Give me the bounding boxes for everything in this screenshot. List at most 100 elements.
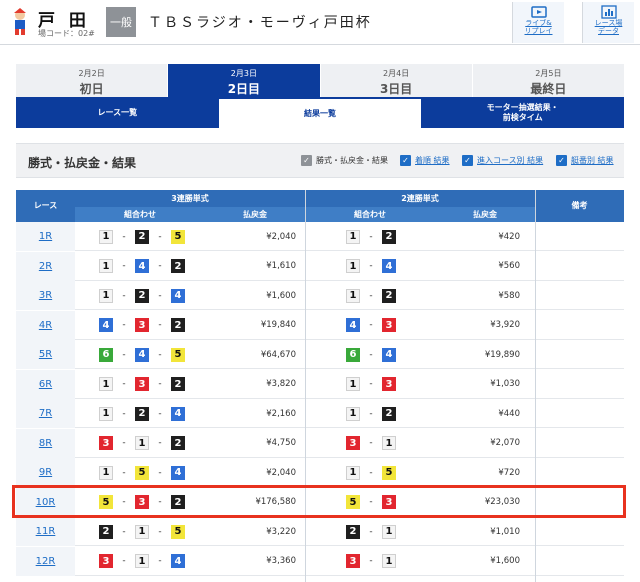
combo-separator: - bbox=[158, 349, 162, 360]
stadium-data-button[interactable]: レース場 データ bbox=[582, 2, 634, 43]
boat-number-badge: 1 bbox=[99, 377, 113, 391]
combo-separator: - bbox=[158, 408, 162, 419]
trifecta-combo: 1-3-2 bbox=[99, 370, 185, 399]
exacta-combo: 1-5 bbox=[346, 458, 396, 487]
tab-race-list[interactable]: レース一覧 bbox=[16, 97, 219, 128]
boat-number-badge: 1 bbox=[135, 436, 149, 450]
trifecta-combo: 1-2-4 bbox=[99, 281, 185, 310]
live-replay-button[interactable]: ライブ& リプレイ bbox=[512, 2, 564, 43]
results-bar: 勝式・払戻金・結果 ✓ 勝式・払戻金・結果 ✓ 着順 結果 ✓ 進入コース別 結果 ✓… bbox=[16, 143, 624, 178]
tab-motor-lottery[interactable]: モーター抽選結果・ 前検タイム bbox=[421, 97, 624, 128]
check-boat-number[interactable]: ✓ 艇番別 結果 bbox=[556, 155, 614, 166]
combo-separator: - bbox=[369, 261, 373, 271]
boat-number-badge: 5 bbox=[171, 524, 185, 539]
trifecta-payout: ¥1,610 bbox=[266, 261, 296, 271]
boat-number-badge: 1 bbox=[346, 259, 360, 273]
boat-number-badge: 4 bbox=[135, 259, 149, 273]
combo-separator: - bbox=[122, 379, 126, 389]
table-row: 8R 3-1-2 ¥4,750 3-1 ¥2,070 bbox=[16, 428, 624, 458]
boat-number-badge: 3 bbox=[135, 377, 149, 391]
check-finish-order-label[interactable]: 着順 結果 bbox=[415, 155, 450, 166]
exacta-combo: 1-4 bbox=[346, 252, 396, 281]
race-link[interactable]: 3R bbox=[16, 281, 75, 310]
boat-number-badge: 3 bbox=[135, 318, 149, 332]
exacta-payout: ¥1,010 bbox=[490, 526, 520, 537]
combo-separator: - bbox=[122, 231, 126, 242]
tab-day-date: 2月4日 bbox=[383, 69, 410, 78]
check-course-entry-label[interactable]: 進入コース別 結果 bbox=[477, 155, 543, 166]
boat-number-badge: 4 bbox=[171, 406, 185, 421]
race-link[interactable]: 1R bbox=[16, 222, 75, 251]
check-payout[interactable]: ✓ 勝式・払戻金・結果 bbox=[301, 155, 388, 166]
race-link[interactable]: 9R bbox=[16, 458, 75, 487]
stadium-data-label-1: レース場 bbox=[594, 19, 623, 27]
tab-day-date: 2月2日 bbox=[78, 69, 105, 78]
grade-badge: 一般 bbox=[106, 7, 136, 37]
boat-number-badge: 2 bbox=[99, 524, 113, 539]
table-row: 12R 3-1-4 ¥3,360 3-1 ¥1,600 bbox=[16, 546, 624, 576]
trifecta-payout: ¥2,040 bbox=[266, 467, 296, 478]
check-boat-number-label[interactable]: 艇番別 結果 bbox=[571, 155, 614, 166]
tab-day-label: 最終日 bbox=[530, 82, 567, 96]
table-row: 5R 6-4-5 ¥64,670 6-4 ¥19,890 bbox=[16, 340, 624, 369]
boat-number-badge: 1 bbox=[382, 436, 396, 450]
boat-number-badge: 6 bbox=[346, 347, 360, 362]
tab-day-label: 2日目 bbox=[227, 82, 261, 96]
col-trifecta-payout: 払戻金 bbox=[243, 210, 267, 219]
boat-number-badge: 1 bbox=[135, 524, 149, 539]
tab-day-1[interactable]: 2月2日 初日 bbox=[16, 64, 169, 97]
exacta-combo: 6-4 bbox=[346, 340, 396, 369]
exacta-payout: ¥2,070 bbox=[490, 438, 520, 448]
check-finish-order[interactable]: ✓ 着順 結果 bbox=[400, 155, 450, 166]
tab-day-date: 2月3日 bbox=[230, 69, 257, 78]
trifecta-payout: ¥1,600 bbox=[266, 290, 296, 301]
tab-day-2[interactable]: 2月3日 2日目 bbox=[168, 64, 321, 97]
boat-number-badge: 5 bbox=[171, 229, 185, 244]
trifecta-payout: ¥3,220 bbox=[266, 526, 296, 537]
trifecta-payout: ¥19,840 bbox=[260, 320, 296, 330]
trifecta-payout: ¥4,750 bbox=[266, 438, 296, 448]
tab-result-list[interactable]: 結果一覧 bbox=[218, 99, 422, 128]
check-course-entry[interactable]: ✓ 進入コース別 結果 bbox=[462, 155, 543, 166]
race-link[interactable]: 4R bbox=[16, 310, 75, 340]
combo-separator: - bbox=[158, 320, 162, 330]
boat-number-badge: 1 bbox=[346, 377, 360, 391]
checkbox-checked-icon: ✓ bbox=[556, 155, 567, 166]
combo-separator: - bbox=[158, 290, 162, 301]
boat-number-badge: 5 bbox=[382, 465, 396, 480]
exacta-combo: 1-2 bbox=[346, 222, 396, 251]
boat-number-badge: 4 bbox=[382, 259, 396, 273]
trifecta-combo: 1-2-5 bbox=[99, 222, 185, 251]
tab-day-3[interactable]: 2月4日 3日目 bbox=[320, 64, 473, 97]
boat-number-badge: 3 bbox=[346, 554, 360, 568]
race-link[interactable]: 7R bbox=[16, 399, 75, 428]
boat-number-badge: 1 bbox=[99, 288, 113, 303]
live-replay-label-1: ライブ& bbox=[525, 19, 552, 27]
boat-number-badge: 2 bbox=[171, 436, 185, 450]
boat-number-badge: 2 bbox=[135, 288, 149, 303]
boat-number-badge: 4 bbox=[171, 288, 185, 303]
trifecta-payout: ¥3,360 bbox=[266, 556, 296, 566]
chart-icon bbox=[600, 5, 617, 19]
boat-number-badge: 1 bbox=[346, 229, 360, 244]
boat-number-badge: 3 bbox=[382, 377, 396, 391]
combo-separator: - bbox=[122, 438, 126, 448]
boat-number-badge: 4 bbox=[135, 347, 149, 362]
exacta-combo: 1-2 bbox=[346, 281, 396, 310]
day-tabs: 2月2日 初日 2月3日 2日目 2月4日 3日目 2月5日 最終日 bbox=[16, 64, 624, 97]
boat-number-badge: 4 bbox=[346, 318, 360, 332]
combo-separator: - bbox=[122, 467, 126, 478]
live-replay-label-2: リプレイ bbox=[524, 27, 553, 35]
exacta-combo: 2-1 bbox=[346, 517, 396, 546]
race-link[interactable]: 6R bbox=[16, 369, 75, 399]
boat-number-badge: 1 bbox=[99, 465, 113, 480]
boat-number-badge: 4 bbox=[382, 347, 396, 362]
race-link[interactable]: 8R bbox=[16, 428, 75, 458]
race-link[interactable]: 2R bbox=[16, 251, 75, 281]
col-exacta-payout: 払戻金 bbox=[473, 210, 497, 219]
race-link[interactable]: 11R bbox=[16, 517, 75, 546]
race-link[interactable]: 5R bbox=[16, 340, 75, 369]
tab-day-4[interactable]: 2月5日 最終日 bbox=[472, 64, 624, 97]
race-link[interactable]: 12R bbox=[16, 546, 75, 576]
combo-separator: - bbox=[369, 408, 373, 419]
